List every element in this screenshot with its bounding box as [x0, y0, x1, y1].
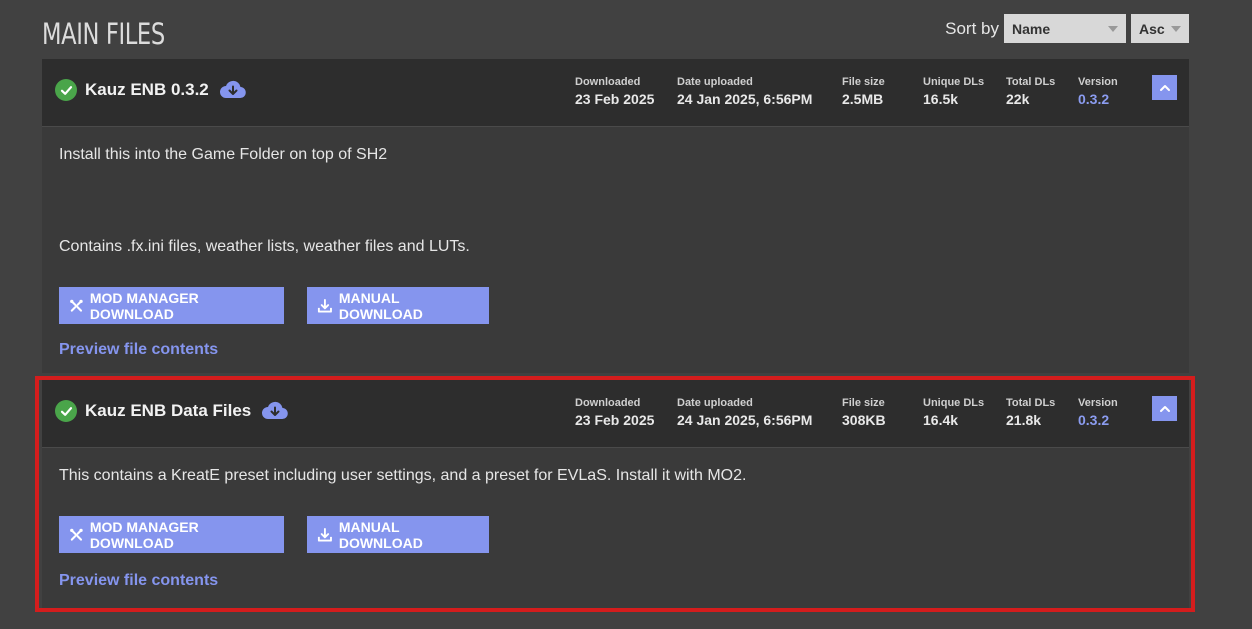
download-icon — [317, 298, 332, 313]
preview-file-contents-link[interactable]: Preview file contents — [59, 572, 218, 590]
preview-file-contents-link[interactable]: Preview file contents — [59, 341, 218, 359]
file-name: Kauz ENB 0.3.2 — [85, 80, 209, 99]
cloud-download-icon[interactable] — [219, 80, 247, 100]
meta-total-dls: Total DLs 22k — [1006, 76, 1056, 107]
file-header: Kauz ENB Data Files Downloaded 23 Feb 20… — [42, 380, 1189, 448]
cloud-download-icon[interactable] — [261, 401, 289, 421]
meta-version: Version 0.3.2 — [1078, 76, 1118, 107]
meta-date-uploaded: Date uploaded 24 Jan 2025, 6:56PM — [677, 76, 813, 107]
manual-download-button[interactable]: MANUAL DOWNLOAD — [307, 287, 489, 324]
chevron-up-icon — [1159, 405, 1170, 412]
file-title: Kauz ENB Data Files — [55, 400, 289, 422]
file-item: Kauz ENB Data Files Downloaded 23 Feb 20… — [42, 380, 1189, 608]
meta-downloaded: Downloaded 23 Feb 2025 — [575, 76, 655, 107]
meta-file-size: File size 2.5MB — [842, 76, 885, 107]
mod-manager-download-button[interactable]: MOD MANAGER DOWNLOAD — [59, 516, 284, 553]
manual-download-button[interactable]: MANUAL DOWNLOAD — [307, 516, 489, 553]
tools-icon — [70, 299, 83, 312]
collapse-button[interactable] — [1152, 396, 1177, 421]
chevron-down-icon — [1108, 26, 1118, 32]
file-header: Kauz ENB 0.3.2 Downloaded 23 Feb 2025 Da… — [42, 59, 1189, 127]
file-description: This contains a KreatE preset including … — [59, 467, 747, 484]
chevron-down-icon — [1171, 26, 1181, 32]
meta-unique-dls: Unique DLs 16.4k — [923, 397, 985, 428]
file-item: Kauz ENB 0.3.2 Downloaded 23 Feb 2025 Da… — [42, 59, 1189, 373]
sort-controls: Sort by Name Asc — [945, 14, 1189, 43]
file-name: Kauz ENB Data Files — [85, 401, 252, 420]
chevron-up-icon — [1159, 84, 1170, 91]
version-link[interactable]: 0.3.2 — [1078, 412, 1118, 428]
meta-unique-dls: Unique DLs 16.5k — [923, 76, 985, 107]
collapse-button[interactable] — [1152, 75, 1177, 100]
meta-downloaded: Downloaded 23 Feb 2025 — [575, 397, 655, 428]
main-files-page: MAIN FILES Sort by Name Asc Kauz ENB 0.3… — [0, 0, 1252, 629]
section-title: MAIN FILES — [42, 17, 165, 51]
sort-field-select[interactable]: Name — [1004, 14, 1126, 43]
meta-version: Version 0.3.2 — [1078, 397, 1118, 428]
download-icon — [317, 527, 332, 542]
meta-total-dls: Total DLs 21.8k — [1006, 397, 1056, 428]
mod-manager-download-button[interactable]: MOD MANAGER DOWNLOAD — [59, 287, 284, 324]
file-description: Contains .fx.ini files, weather lists, w… — [59, 238, 470, 255]
file-description: Install this into the Game Folder on top… — [59, 146, 388, 163]
sort-label: Sort by — [945, 18, 999, 38]
sort-order-select[interactable]: Asc — [1131, 14, 1189, 43]
sort-order-value: Asc — [1139, 20, 1165, 37]
meta-date-uploaded: Date uploaded 24 Jan 2025, 6:56PM — [677, 397, 813, 428]
meta-file-size: File size 308KB — [842, 397, 886, 428]
file-title: Kauz ENB 0.3.2 — [55, 79, 247, 101]
version-link[interactable]: 0.3.2 — [1078, 91, 1118, 107]
tools-icon — [70, 528, 83, 541]
check-icon — [55, 400, 77, 422]
sort-field-value: Name — [1012, 20, 1051, 37]
check-icon — [55, 79, 77, 101]
